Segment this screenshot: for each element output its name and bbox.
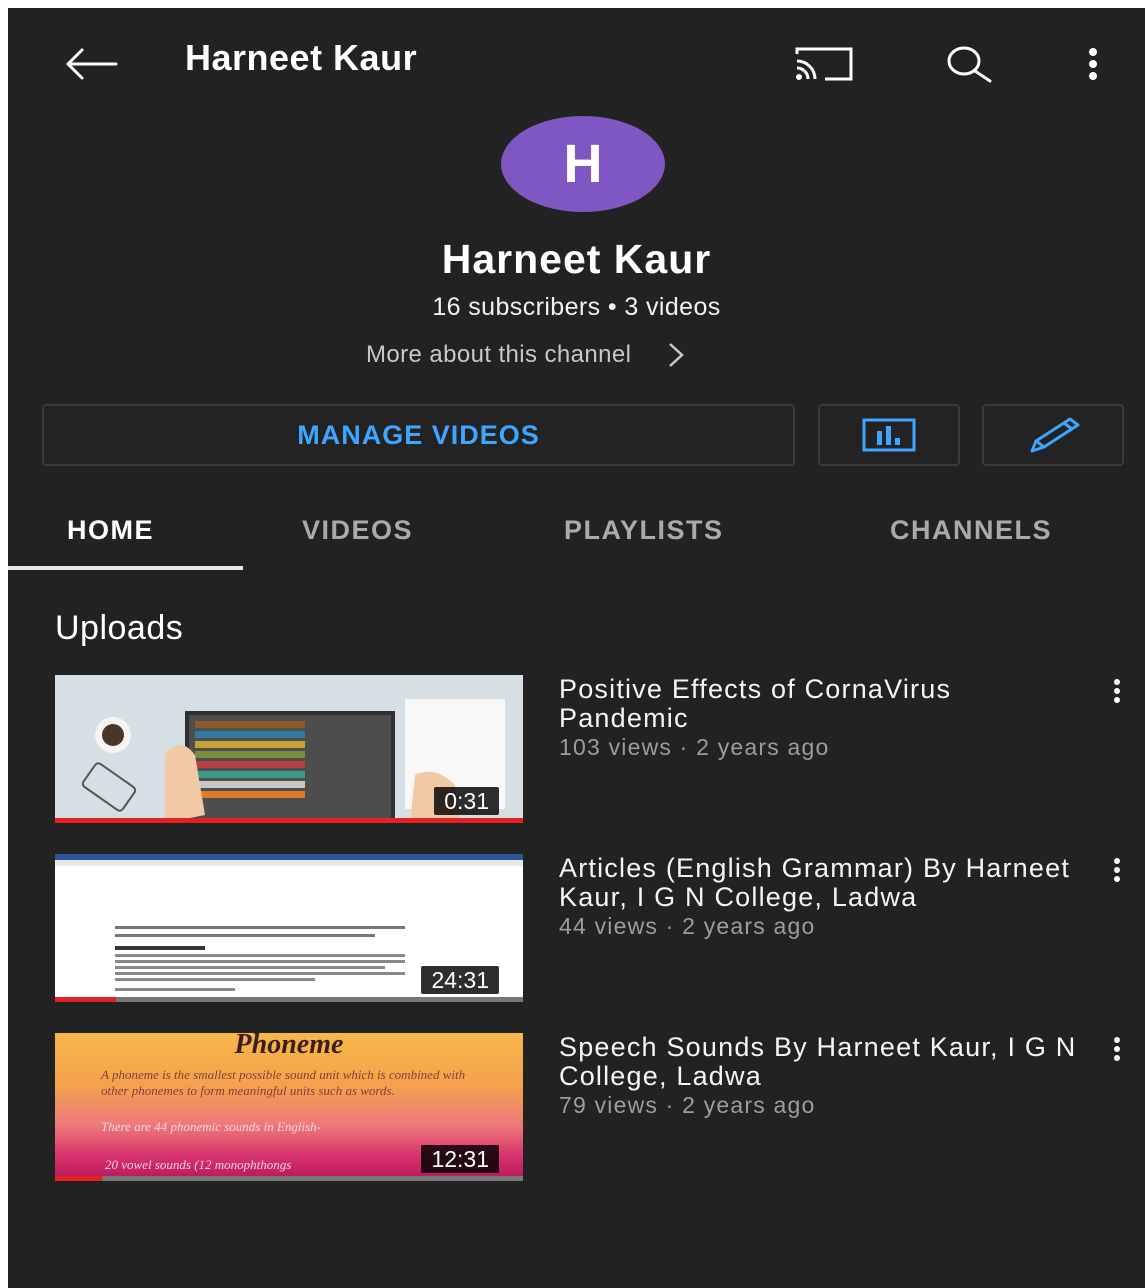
thumbnail-bullet: A phoneme is the smallest possible sound…: [101, 1067, 466, 1098]
thumbnail-bullet: There are 44 phonemic sounds in English-: [101, 1119, 322, 1134]
edit-channel-button[interactable]: [982, 404, 1124, 466]
cast-icon[interactable]: [792, 38, 856, 90]
more-about-channel-link[interactable]: More about this channel: [366, 339, 685, 371]
tab-playlists[interactable]: PLAYLISTS: [564, 508, 724, 552]
more-vert-icon[interactable]: [1102, 675, 1132, 707]
watch-progress-bar: [55, 997, 116, 1002]
search-icon[interactable]: [936, 38, 1000, 90]
video-duration: 24:31: [421, 966, 499, 994]
video-meta: 44 views · 2 years ago: [559, 913, 816, 939]
back-arrow-icon[interactable]: [60, 38, 124, 90]
more-vert-icon[interactable]: [1070, 38, 1116, 90]
channel-name: Harneet Kaur: [441, 236, 712, 282]
thumbnail-text-line: 20 vowel sounds (12 monophthongs: [105, 1157, 292, 1172]
video-item[interactable]: Phoneme A phoneme is the smallest possib…: [8, 1033, 1145, 1193]
video-meta: 103 views · 2 years ago: [559, 734, 830, 760]
more-vert-icon[interactable]: [1102, 1033, 1132, 1065]
video-meta: 79 views · 2 years ago: [559, 1092, 816, 1118]
watch-progress-bar: [55, 818, 523, 823]
video-thumbnail[interactable]: Phoneme A phoneme is the smallest possib…: [55, 1033, 523, 1181]
more-about-label: More about this channel: [366, 341, 632, 368]
video-item[interactable]: 0:31 Positive Effects of CornaVirus Pand…: [8, 675, 1145, 835]
video-thumbnail[interactable]: 24:31: [55, 854, 523, 1002]
channel-stats: 16 subscribers • 3 videos: [432, 293, 721, 321]
tab-videos[interactable]: VIDEOS: [302, 508, 413, 552]
chevron-right-icon: [667, 341, 685, 369]
tab-home[interactable]: HOME: [67, 508, 154, 552]
tab-channels[interactable]: CHANNELS: [890, 508, 1052, 552]
manage-videos-button[interactable]: MANAGE VIDEOS: [42, 404, 795, 466]
video-title[interactable]: Speech Sounds By Harneet Kaur, I G N Col…: [559, 1033, 1079, 1091]
app-screen: Harneet Kaur H Harneet Kaur 16 subscribe…: [8, 8, 1145, 1288]
more-vert-icon[interactable]: [1102, 854, 1132, 886]
video-duration: 12:31: [421, 1145, 499, 1173]
avatar: H: [501, 116, 665, 212]
watch-progress-track: [55, 1176, 523, 1181]
watch-progress-track: [55, 997, 523, 1002]
video-title[interactable]: Positive Effects of CornaVirus Pandemic: [559, 675, 1079, 733]
uploads-heading: Uploads: [55, 609, 184, 647]
watch-progress-bar: [55, 1176, 102, 1181]
analytics-button[interactable]: [818, 404, 960, 466]
video-item[interactable]: 24:31 Articles (English Grammar) By Harn…: [8, 854, 1145, 1014]
video-duration: 0:31: [434, 787, 499, 815]
pencil-icon: [1024, 415, 1082, 455]
tab-selected-indicator: [8, 566, 243, 570]
video-thumbnail[interactable]: 0:31: [55, 675, 523, 823]
thumbnail-heading: Phoneme: [234, 1033, 344, 1060]
video-title[interactable]: Articles (English Grammar) By Harneet Ka…: [559, 854, 1079, 912]
analytics-icon: [862, 418, 916, 452]
app-title: Harneet Kaur: [185, 37, 418, 78]
